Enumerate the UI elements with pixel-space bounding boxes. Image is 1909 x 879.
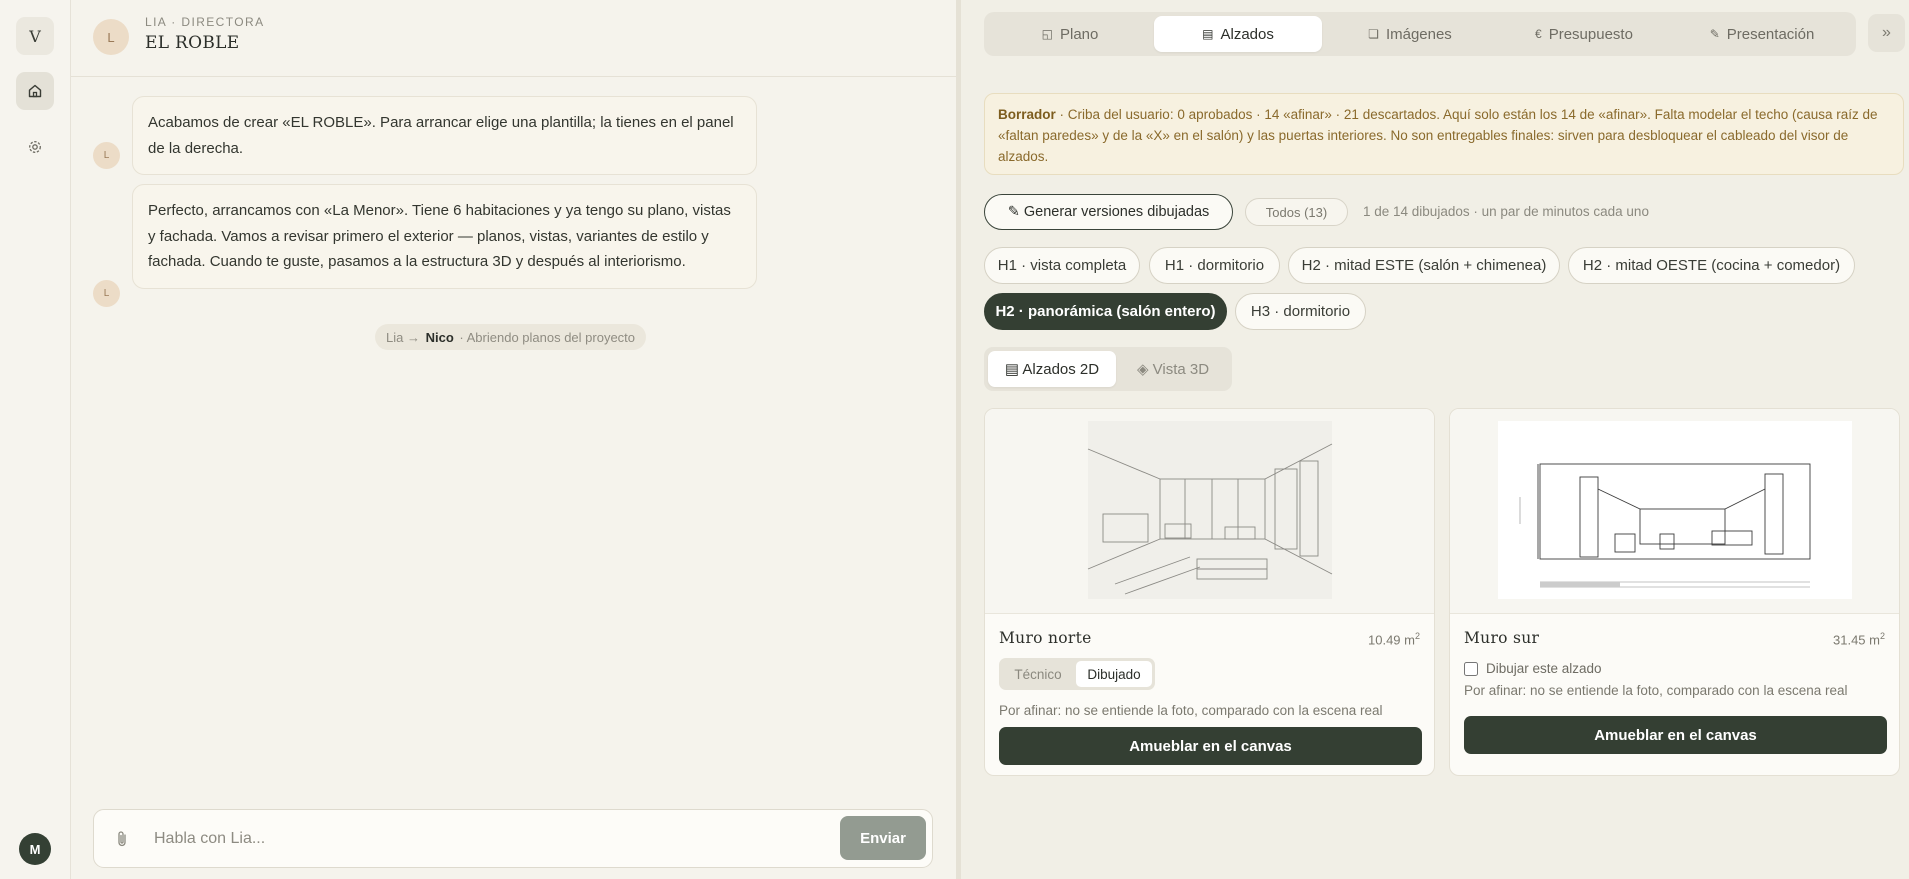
card-area-unit-exp: 2	[1414, 631, 1420, 641]
collapse-panel-icon[interactable]: »	[1868, 14, 1905, 52]
euro-icon: €	[1535, 27, 1542, 41]
furnish-canvas-button[interactable]: Amueblar en el canvas	[1464, 716, 1887, 754]
elevation-chip[interactable]: H3 · dormitorio	[1235, 293, 1366, 330]
chat-message: Perfecto, arrancamos con «La Menor». Tie…	[132, 184, 757, 289]
agent-role: LIA · DIRECTORA	[145, 15, 265, 29]
home-icon[interactable]	[16, 72, 54, 110]
elevation-chip[interactable]: H2 · mitad OESTE (cocina + comedor)	[1568, 247, 1855, 284]
draw-elevation-checkbox-row[interactable]: Dibujar este alzado	[1464, 661, 1602, 676]
message-avatar: L	[93, 280, 120, 307]
agent-avatar: L	[93, 19, 129, 55]
card-area-unit-exp: 2	[1879, 631, 1885, 641]
view-toggle: ▤ Alzados 2D ◈ Vista 3D	[984, 347, 1232, 391]
card-note: Por afinar: no se entiende la foto, comp…	[999, 703, 1383, 718]
card-area-value: 31.45 m	[1833, 632, 1880, 648]
elevation-chip-active[interactable]: H2 · panorámica (salón entero)	[984, 293, 1227, 330]
app-logo[interactable]: V	[16, 17, 54, 55]
card-area: 31.45 m2	[1833, 631, 1885, 647]
chat-header: L LIA · DIRECTORA EL ROBLE	[71, 0, 956, 77]
card-note: Por afinar: no se entiende la foto, comp…	[1464, 683, 1848, 698]
technical-thumbnail[interactable]	[1450, 409, 1899, 614]
elevation-card: Muro sur 31.45 m2 Dibujar este alzado Po…	[1449, 408, 1900, 776]
generate-drawn-versions-button[interactable]: ✎ Generar versiones dibujadas	[984, 194, 1233, 230]
handoff-status-text: · Abriendo planos del proyecto	[459, 329, 636, 345]
handoff-status: Lia → Nico · Abriendo planos del proyect…	[375, 324, 647, 350]
card-title: Muro sur	[1464, 629, 1540, 647]
chat-input[interactable]	[154, 820, 694, 858]
project-title: EL ROBLE	[145, 33, 240, 53]
sketch-thumbnail[interactable]	[985, 409, 1434, 614]
left-rail: V M	[0, 0, 71, 879]
drawn-mode-button[interactable]: Dibujado	[1076, 661, 1152, 687]
draft-label: Borrador	[998, 107, 1056, 122]
handoff-from: Lia	[386, 329, 404, 345]
message-avatar: L	[93, 142, 120, 169]
elevation-chip[interactable]: H2 · mitad ESTE (salón + chimenea)	[1288, 247, 1560, 284]
chat-composer: Enviar	[93, 809, 933, 868]
chat-panel: L LIA · DIRECTORA EL ROBLE L Acabamos de…	[71, 0, 956, 879]
tab-plano[interactable]: ◱ Plano	[988, 16, 1152, 52]
draft-notice: Borrador · Criba del usuario: 0 aprobado…	[984, 93, 1904, 175]
tab-alzados[interactable]: ▤ Alzados	[1154, 16, 1322, 52]
elevation-card: Muro norte 10.49 m2 Técnico Dibujado Por…	[984, 408, 1435, 776]
tab-presupuesto[interactable]: € Presupuesto	[1498, 16, 1670, 52]
draw-elevation-label: Dibujar este alzado	[1486, 661, 1602, 676]
project-panel: ◱ Plano ▤ Alzados ❏ Imágenes € Presupuesto ✎…	[956, 0, 1909, 879]
tab-label: Presupuesto	[1548, 25, 1633, 43]
card-title: Muro norte	[999, 629, 1092, 647]
tab-label: Plano	[1059, 25, 1099, 43]
drawing-progress: 1 de 14 dibujados · un par de minutos ca…	[1363, 204, 1649, 219]
chat-message: Acabamos de crear «EL ROBLE». Para arran…	[132, 96, 757, 175]
card-area: 10.49 m2	[1368, 631, 1420, 647]
view-3d-button[interactable]: ◈ Vista 3D	[1118, 351, 1228, 387]
render-mode-toggle: Técnico Dibujado	[999, 658, 1155, 690]
tab-label: Imágenes	[1385, 25, 1452, 43]
filter-all-button[interactable]: Todos (13)	[1245, 198, 1348, 226]
pencil-icon: ✎	[1709, 27, 1720, 41]
tab-label: Presentación	[1726, 25, 1815, 43]
tab-presentacion[interactable]: ✎ Presentación	[1672, 16, 1852, 52]
handoff-to: Nico	[425, 329, 454, 345]
elevation-chip[interactable]: H1 · vista completa	[984, 247, 1140, 284]
floorplan-icon: ◱	[1041, 27, 1053, 41]
elevation-icon: ▤	[1202, 27, 1214, 41]
tab-imagenes[interactable]: ❏ Imágenes	[1324, 16, 1496, 52]
draw-elevation-checkbox[interactable]	[1464, 661, 1478, 676]
handoff-arrow: →	[406, 329, 420, 345]
panel-tabs: ◱ Plano ▤ Alzados ❏ Imágenes € Presupuesto ✎…	[984, 12, 1856, 56]
paperclip-icon[interactable]	[111, 827, 133, 851]
elevation-chip[interactable]: H1 · dormitorio	[1149, 247, 1280, 284]
user-avatar[interactable]: M	[19, 833, 51, 865]
technical-mode-button[interactable]: Técnico	[1002, 661, 1074, 687]
tab-label: Alzados	[1220, 25, 1274, 43]
gear-icon[interactable]	[16, 128, 54, 166]
draft-notice-text: · Criba del usuario: 0 aprobados · 14 «a…	[998, 107, 1878, 164]
card-area-value: 10.49 m	[1368, 632, 1415, 648]
send-button[interactable]: Enviar	[840, 816, 926, 860]
image-icon: ❏	[1368, 27, 1379, 41]
furnish-canvas-button[interactable]: Amueblar en el canvas	[999, 727, 1422, 765]
view-2d-button[interactable]: ▤ Alzados 2D	[988, 351, 1116, 387]
